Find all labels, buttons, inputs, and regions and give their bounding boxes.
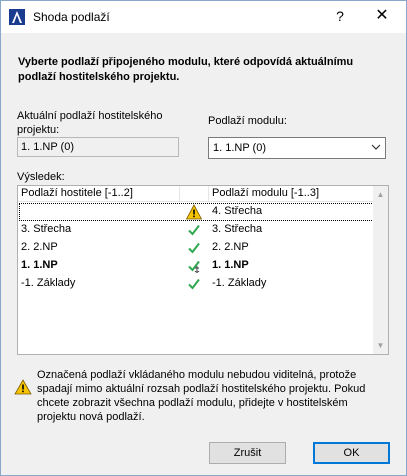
column-header-host[interactable]: Podlaží hostitele [-1..2]	[21, 187, 133, 199]
warning-message: Označená podlaží vkládaného modulu nebud…	[37, 369, 366, 423]
column-divider	[179, 186, 180, 202]
check-icon	[188, 242, 200, 254]
column-divider	[208, 186, 209, 202]
table-row[interactable]: 4. Střecha	[18, 203, 374, 221]
module-storey-cell: 1. 1.NP	[212, 259, 249, 271]
cancel-button[interactable]: Zrušit	[209, 442, 286, 464]
title-bar: Shoda podlaží ? ✕	[1, 1, 406, 33]
module-storey-cell: 3. Střecha	[212, 223, 263, 235]
host-storey-cell: 1. 1.NP	[21, 259, 58, 271]
help-button[interactable]: ?	[329, 5, 351, 27]
scroll-up-arrow[interactable]: ▲	[373, 187, 388, 202]
module-storey-value: 1. 1.NP (0)	[213, 142, 266, 154]
close-button[interactable]: ✕	[369, 5, 395, 27]
table-header: Podlaží hostitele [-1..2] Podlaží modulu…	[18, 186, 374, 202]
warning-icon	[14, 379, 32, 395]
check-icon	[188, 278, 200, 290]
results-label: Výsledek:	[17, 171, 65, 183]
results-table[interactable]: Podlaží hostitele [-1..2] Podlaží modulu…	[17, 185, 389, 355]
instruction-text: Vyberte podlaží připojeného modulu, kter…	[18, 56, 354, 83]
host-storey-cell: 3. Střecha	[21, 223, 72, 235]
host-storey-cell: -1. Základy	[21, 277, 76, 289]
current-storey-label: Aktuální podlaží hostitelského projektu:	[17, 110, 163, 136]
check-anchor-icon	[188, 260, 200, 273]
archicad-app-icon	[9, 9, 25, 25]
check-icon	[188, 224, 200, 236]
table-row[interactable]: 1. 1.NP 1. 1.NP	[18, 257, 374, 275]
warning-icon	[186, 204, 202, 220]
module-storey-cell: -1. Základy	[212, 277, 267, 289]
table-row[interactable]: 2. 2.NP 2. 2.NP	[18, 239, 374, 257]
current-storey-field: 1. 1.NP (0)	[17, 137, 179, 157]
vertical-scrollbar[interactable]: ▲ ▼	[373, 186, 388, 354]
ok-button[interactable]: OK	[313, 442, 390, 464]
host-storey-cell: 2. 2.NP	[21, 241, 58, 253]
table-row[interactable]: -1. Základy -1. Základy	[18, 275, 374, 293]
column-header-module[interactable]: Podlaží modulu [-1..3]	[212, 187, 319, 199]
window-title: Shoda podlaží	[33, 10, 110, 24]
dialog-window: Shoda podlaží ? ✕ Vyberte podlaží připoj…	[0, 0, 407, 476]
module-storey-label: Podlaží modulu:	[208, 115, 287, 127]
table-row[interactable]: 3. Střecha 3. Střecha	[18, 221, 374, 239]
module-storey-cell: 4. Střecha	[212, 205, 263, 217]
chevron-down-icon	[371, 144, 381, 150]
scroll-down-arrow[interactable]: ▼	[373, 338, 388, 353]
module-storey-cell: 2. 2.NP	[212, 241, 249, 253]
module-storey-select[interactable]: 1. 1.NP (0)	[208, 137, 386, 159]
